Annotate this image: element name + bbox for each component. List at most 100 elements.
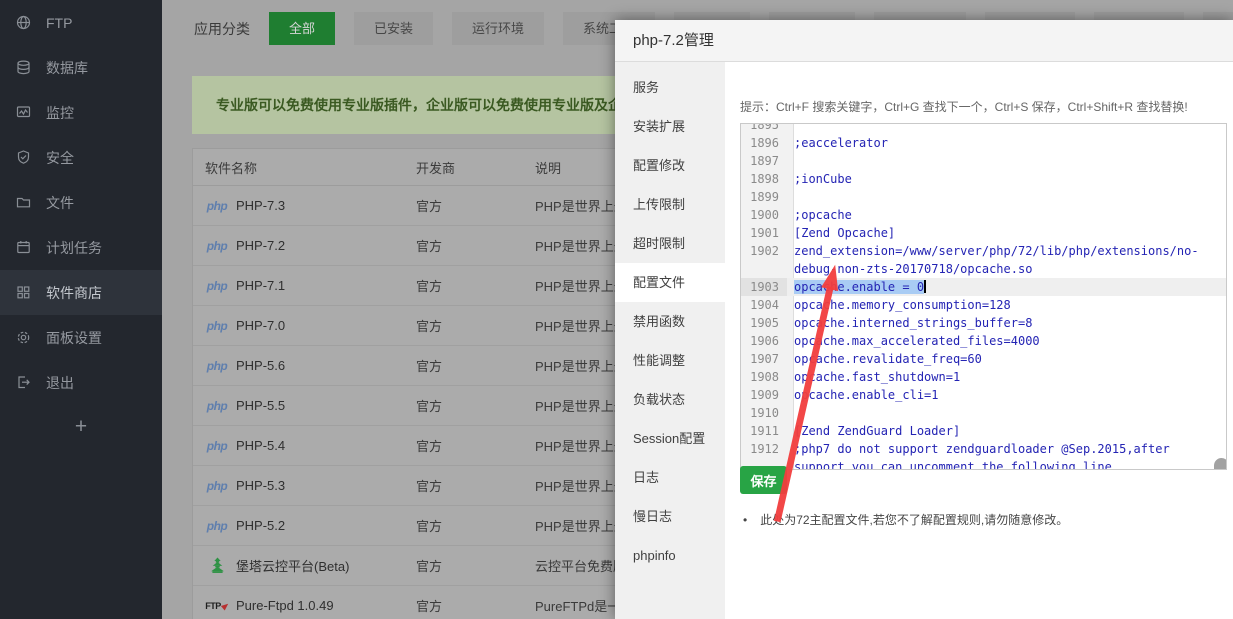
software-vendor: 官方 [416, 316, 535, 335]
code-line-1904[interactable]: 1904opcache.memory_consumption=128 [741, 296, 1226, 314]
code-line-1908[interactable]: 1908opcache.fast_shutdown=1 [741, 368, 1226, 386]
line-text: [Zend Opcache] [787, 224, 1226, 242]
sidebar-item-label: 面板设置 [46, 328, 102, 348]
gear-icon [15, 329, 32, 346]
line-number: 1896 [741, 134, 787, 152]
logout-icon [15, 374, 32, 391]
sidebar-item-面板设置[interactable]: 面板设置 [0, 315, 162, 360]
software-vendor: 官方 [416, 516, 535, 535]
line-number: 1901 [741, 224, 787, 242]
line-text: opcache.interned_strings_buffer=8 [787, 314, 1226, 332]
add-menu-button[interactable]: + [0, 415, 162, 439]
software-vendor: 官方 [416, 396, 535, 415]
sidebar-item-软件商店[interactable]: 软件商店 [0, 270, 162, 315]
category-tab-已安装[interactable]: 已安装 [354, 12, 433, 45]
scrollbar-thumb[interactable] [1214, 458, 1227, 470]
pagoda-icon [205, 557, 229, 574]
line-text: ;ionCube [787, 170, 1226, 188]
code-line-1905[interactable]: 1905opcache.interned_strings_buffer=8 [741, 314, 1226, 332]
line-number: 1900 [741, 206, 787, 224]
modal-menu-item-日志[interactable]: 日志 [615, 458, 725, 497]
modal-menu-item-phpinfo[interactable]: phpinfo [615, 536, 725, 575]
modal-header: php-7.2管理 [615, 20, 1233, 62]
code-line-1901[interactable]: 1901[Zend Opcache] [741, 224, 1226, 242]
php-icon: php [205, 519, 229, 533]
modal-menu-item-配置文件[interactable]: 配置文件 [615, 263, 725, 302]
sidebar-item-FTP[interactable]: FTP [0, 0, 162, 45]
modal-body: 提示：Ctrl+F 搜索关键字，Ctrl+G 查找下一个，Ctrl+S 保存，C… [725, 62, 1233, 619]
note-text: 此处为72主配置文件,若您不了解配置规则,请勿随意修改。 [760, 513, 1068, 527]
sidebar-item-label: 文件 [46, 193, 74, 213]
modal-menu-item-安装扩展[interactable]: 安装扩展 [615, 107, 725, 146]
text-cursor [924, 280, 926, 293]
software-vendor: 官方 [416, 196, 535, 215]
screen: FTP数据库监控安全文件计划任务软件商店面板设置退出 + 应用分类 全部已安装运… [0, 0, 1233, 619]
software-vendor: 官方 [416, 276, 535, 295]
code-line-1902[interactable]: 1902zend_extension=/www/server/php/72/li… [741, 242, 1226, 278]
sidebar: FTP 数据库监控安全文件计划任务软件商店面板设置退出 + [0, 0, 162, 619]
code-line-1907[interactable]: 1907opcache.revalidate_freq=60 [741, 350, 1226, 368]
line-text: ;opcache [787, 206, 1226, 224]
category-tab-全部[interactable]: 全部 [269, 12, 335, 45]
code-line-1906[interactable]: 1906opcache.max_accelerated_files=4000 [741, 332, 1226, 350]
modal-menu-item-性能调整[interactable]: 性能调整 [615, 341, 725, 380]
globe-icon [15, 14, 32, 31]
modal-menu-item-超时限制[interactable]: 超时限制 [615, 224, 725, 263]
line-number: 1897 [741, 152, 787, 170]
modal-menu-item-负载状态[interactable]: 负载状态 [615, 380, 725, 419]
modal-menu-item-慢日志[interactable]: 慢日志 [615, 497, 725, 536]
php-icon: php [205, 199, 229, 213]
software-name: PHP-5.6 [236, 358, 285, 373]
config-note: •此处为72主配置文件,若您不了解配置规则,请勿随意修改。 [743, 511, 1068, 528]
php-icon: php [205, 359, 229, 373]
line-text: opcache.max_accelerated_files=4000 [787, 332, 1226, 350]
sidebar-item-文件[interactable]: 文件 [0, 180, 162, 225]
code-line-1903[interactable]: 1903opcache.enable = 0 [741, 278, 1226, 296]
code-line-1912[interactable]: 1912;php7 do not support zendguardloader… [741, 440, 1226, 470]
software-vendor: 官方 [416, 476, 535, 495]
editor-hint: 提示：Ctrl+F 搜索关键字，Ctrl+G 查找下一个，Ctrl+S 保存，C… [740, 98, 1188, 115]
sidebar-item-退出[interactable]: 退出 [0, 360, 162, 405]
software-name: PHP-7.3 [236, 198, 285, 213]
php-icon: php [205, 399, 229, 413]
software-name: Pure-Ftpd 1.0.49 [236, 598, 334, 613]
line-text: [Zend ZendGuard Loader] [787, 422, 1226, 440]
code-line-1896[interactable]: 1896;eaccelerator [741, 134, 1226, 152]
modal-menu-item-上传限制[interactable]: 上传限制 [615, 185, 725, 224]
monitor-icon [15, 104, 32, 121]
column-header-vendor: 开发商 [416, 158, 535, 177]
sidebar-item-监控[interactable]: 监控 [0, 90, 162, 135]
code-line-1900[interactable]: 1900;opcache [741, 206, 1226, 224]
code-line-1910[interactable]: 1910 [741, 404, 1226, 422]
code-line-1911[interactable]: 1911[Zend ZendGuard Loader] [741, 422, 1226, 440]
code-line-1909[interactable]: 1909opcache.enable_cli=1 [741, 386, 1226, 404]
sidebar-item-数据库[interactable]: 数据库 [0, 45, 162, 90]
code-line-1895[interactable]: 1895 [741, 123, 1226, 134]
software-name: PHP-7.2 [236, 238, 285, 253]
line-number: 1911 [741, 422, 787, 440]
software-name: PHP-5.4 [236, 438, 285, 453]
code-line-1899[interactable]: 1899 [741, 188, 1226, 206]
category-tab-运行环境[interactable]: 运行环境 [452, 12, 544, 45]
line-text [787, 152, 1226, 170]
line-text: opcache.fast_shutdown=1 [787, 368, 1226, 386]
save-button[interactable]: 保存 [740, 466, 787, 494]
sidebar-item-label: FTP [46, 15, 72, 31]
code-line-1897[interactable]: 1897 [741, 152, 1226, 170]
modal-menu-item-服务[interactable]: 服务 [615, 68, 725, 107]
php-icon: php [205, 319, 229, 333]
shield-icon [15, 149, 32, 166]
line-text: opcache.memory_consumption=128 [787, 296, 1226, 314]
line-number: 1902 [741, 242, 787, 260]
sidebar-item-计划任务[interactable]: 计划任务 [0, 225, 162, 270]
modal-menu-item-Session配置[interactable]: Session配置 [615, 419, 725, 458]
software-vendor: 官方 [416, 436, 535, 455]
php-icon: php [205, 279, 229, 293]
modal-menu-item-禁用函数[interactable]: 禁用函数 [615, 302, 725, 341]
config-file-editor[interactable]: 1895 1896;eaccelerator1897 1898;ionCube1… [740, 123, 1227, 470]
code-line-1898[interactable]: 1898;ionCube [741, 170, 1226, 188]
sidebar-item-安全[interactable]: 安全 [0, 135, 162, 180]
modal-menu-item-配置修改[interactable]: 配置修改 [615, 146, 725, 185]
calendar-icon [15, 239, 32, 256]
software-name: PHP-5.2 [236, 518, 285, 533]
